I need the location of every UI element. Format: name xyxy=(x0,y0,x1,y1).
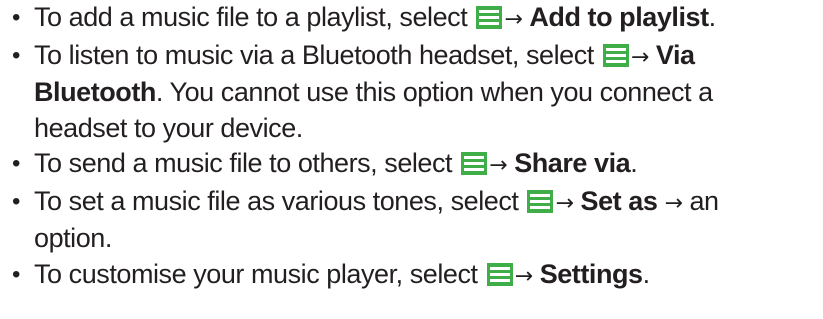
document-page: • To add a music file to a playlist, sel… xyxy=(0,0,823,319)
arrow-glyph: → xyxy=(555,190,574,216)
list-item-set-as: • To set a music file as various tones, … xyxy=(8,184,813,257)
item-text: To listen to music via a Bluetooth heads… xyxy=(34,39,601,70)
item-text-end: . xyxy=(630,148,638,178)
option-label-add-to-playlist: Add to playlist xyxy=(529,2,709,32)
item-text-end: . xyxy=(642,258,651,289)
option-label-share-via: Share via xyxy=(514,148,631,178)
option-label-bluetooth: Bluetooth xyxy=(34,77,156,107)
arrow-glyph: → xyxy=(664,190,683,216)
item-text: To send a music file to others, select xyxy=(34,148,460,178)
bullet-marker: • xyxy=(12,41,20,69)
list-item-settings: • To customise your music player, select… xyxy=(8,257,813,295)
bullet-marker: • xyxy=(12,260,20,288)
option-label-set-as: Set as xyxy=(580,185,658,216)
item-text: To customise your music player, select xyxy=(34,258,485,289)
menu-icon xyxy=(527,189,554,213)
arrow-glyph: → xyxy=(514,263,533,289)
item-text: To add a music file to a playlist, selec… xyxy=(34,2,475,32)
menu-icon xyxy=(486,262,513,286)
item-text-continued: headset to your device. xyxy=(34,112,303,143)
bullet-marker: • xyxy=(12,187,20,215)
arrow-glyph: → xyxy=(504,7,523,32)
option-label-settings: Settings xyxy=(539,258,643,289)
item-text-end: . xyxy=(708,2,717,32)
arrow-glyph: → xyxy=(489,153,508,178)
item-text-continued: option. xyxy=(34,223,112,253)
bullet-list: • To add a music file to a playlist, sel… xyxy=(8,0,813,294)
list-item-share-via: • To send a music file to others, select… xyxy=(8,146,813,184)
item-text-end: an xyxy=(682,185,719,216)
menu-icon xyxy=(476,6,503,29)
item-text: To set a music file as various tones, se… xyxy=(34,185,526,216)
list-item-via-bluetooth: • To listen to music via a Bluetooth hea… xyxy=(8,38,813,147)
bullet-marker: • xyxy=(12,4,20,31)
list-item-add-to-playlist: • To add a music file to a playlist, sel… xyxy=(8,0,813,38)
item-text-continued: . You cannot use this option when you co… xyxy=(155,77,713,107)
bullet-marker: • xyxy=(12,150,20,177)
option-label-via: Via xyxy=(655,39,695,70)
menu-icon xyxy=(602,43,629,67)
menu-icon xyxy=(461,152,488,175)
arrow-glyph: → xyxy=(630,44,649,70)
